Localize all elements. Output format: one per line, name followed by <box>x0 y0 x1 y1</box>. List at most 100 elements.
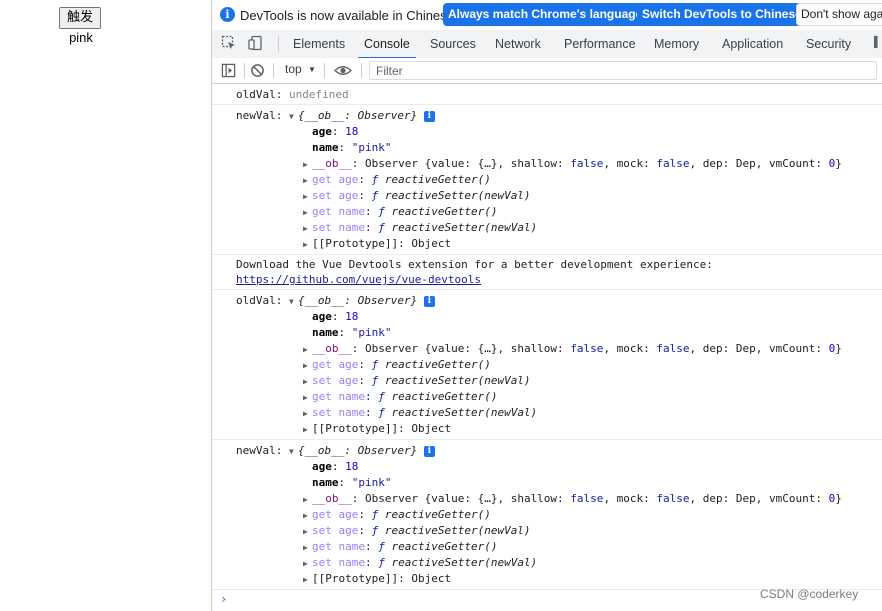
toolbar-divider <box>361 63 362 78</box>
switch-to-chinese-button[interactable]: Switch DevTools to Chinese <box>637 3 807 26</box>
toolbar-divider <box>244 63 245 78</box>
console-output: oldVal: undefined newVal: ▼ {__ob__: Obse… <box>212 84 882 611</box>
expand-triangle-icon[interactable]: ▶ <box>303 540 312 556</box>
expand-triangle-icon[interactable]: ▶ <box>303 342 312 358</box>
prop-row[interactable]: ▶ get name: ƒ reactiveGetter() <box>303 389 497 405</box>
tab-security[interactable]: Security <box>806 30 851 58</box>
expand-triangle-icon[interactable]: ▼ <box>289 109 298 125</box>
prop-row: name: "pink" <box>312 326 392 339</box>
console-message: oldVal: undefined <box>212 84 882 105</box>
dont-show-again-button[interactable]: Don't show again <box>796 3 882 26</box>
expand-triangle-icon[interactable]: ▶ <box>303 221 312 237</box>
prop-row[interactable]: ▶ [[Prototype]]: Object <box>303 421 451 437</box>
expand-triangle-icon[interactable]: ▶ <box>303 205 312 221</box>
eye-icon[interactable] <box>334 63 352 78</box>
prop-row[interactable]: ▶ set age: ƒ reactiveSetter(newVal) <box>303 188 531 204</box>
watermark: CSDN @coderkey <box>760 587 859 601</box>
language-infobar: i DevTools is now available in Chinese! … <box>212 0 882 31</box>
expand-triangle-icon[interactable]: ▼ <box>289 444 298 460</box>
object-header[interactable]: oldVal: ▼ {__ob__: Observer} i <box>236 293 435 309</box>
filter-input[interactable] <box>369 61 877 80</box>
expand-triangle-icon[interactable]: ▼ <box>289 294 298 310</box>
prop-row[interactable]: ▶ set age: ƒ reactiveSetter(newVal) <box>303 523 531 539</box>
toolbar-divider <box>324 63 325 78</box>
prop-row[interactable]: ▶ __ob__: Observer {value: {…}, shallow: … <box>303 156 842 172</box>
context-selector[interactable]: top <box>285 62 302 76</box>
expand-triangle-icon[interactable]: ▶ <box>303 508 312 524</box>
console-message: newVal: ▼ {__ob__: Observer} i age: 18 na… <box>212 440 882 590</box>
expand-triangle-icon[interactable]: ▶ <box>303 374 312 390</box>
log-label: oldVal: <box>236 88 283 101</box>
more-tabs-icon[interactable]: ▌ <box>874 37 882 51</box>
devtools-tabbar: Elements Console Sources Network Perform… <box>212 30 882 59</box>
tab-elements[interactable]: Elements <box>293 30 345 58</box>
toggle-sidebar-icon[interactable] <box>221 63 236 78</box>
object-header[interactable]: newVal: ▼ {__ob__: Observer} i <box>236 443 435 459</box>
prop-row: age: 18 <box>312 125 359 138</box>
prop-row[interactable]: ▶ [[Prototype]]: Object <box>303 571 451 587</box>
expand-triangle-icon[interactable]: ▶ <box>303 157 312 173</box>
page-viewport: 触发 pink <box>0 0 211 611</box>
name-text: pink <box>69 30 93 45</box>
prop-row[interactable]: ▶ set name: ƒ reactiveSetter(newVal) <box>303 405 537 421</box>
infobar-message: DevTools is now available in Chinese! <box>240 8 458 23</box>
expand-triangle-icon[interactable]: ▶ <box>303 390 312 406</box>
info-icon: i <box>220 7 235 22</box>
console-message: Download the Vue Devtools extension for … <box>212 255 882 290</box>
expand-triangle-icon[interactable]: ▶ <box>303 358 312 374</box>
info-badge-icon: i <box>423 446 435 457</box>
console-toolbar: top ▼ <box>212 58 882 84</box>
devtools-panel: i DevTools is now available in Chinese! … <box>211 0 882 611</box>
prop-row[interactable]: ▶ get name: ƒ reactiveGetter() <box>303 539 497 555</box>
console-message: oldVal: ▼ {__ob__: Observer} i age: 18 na… <box>212 290 882 440</box>
inspect-element-icon[interactable] <box>221 35 237 51</box>
prop-row[interactable]: ▶ __ob__: Observer {value: {…}, shallow: … <box>303 341 842 357</box>
info-badge-icon: i <box>423 296 435 307</box>
tab-application[interactable]: Application <box>722 30 783 58</box>
log-label: newVal: <box>236 444 283 457</box>
object-summary: {__ob__: Observer} <box>297 109 418 122</box>
info-badge-icon: i <box>423 111 435 122</box>
expand-triangle-icon[interactable]: ▶ <box>303 524 312 540</box>
prop-row: age: 18 <box>312 310 359 323</box>
object-header[interactable]: newVal: ▼ {__ob__: Observer} i <box>236 108 435 124</box>
log-label: oldVal: <box>236 294 283 307</box>
expand-triangle-icon[interactable]: ▶ <box>303 237 312 253</box>
prop-row[interactable]: ▶ set name: ƒ reactiveSetter(newVal) <box>303 555 537 571</box>
always-match-language-button[interactable]: Always match Chrome's language <box>443 3 648 26</box>
log-label: newVal: <box>236 109 283 122</box>
object-summary: {__ob__: Observer} <box>297 444 418 457</box>
expand-triangle-icon[interactable]: ▶ <box>303 406 312 422</box>
prop-row[interactable]: ▶ set name: ƒ reactiveSetter(newVal) <box>303 220 537 236</box>
prop-row[interactable]: ▶ __ob__: Observer {value: {…}, shallow: … <box>303 491 842 507</box>
trigger-button[interactable]: 触发 <box>59 7 101 29</box>
expand-triangle-icon[interactable]: ▶ <box>303 173 312 189</box>
download-message: Download the Vue Devtools extension for … <box>236 258 713 271</box>
console-message: newVal: ▼ {__ob__: Observer} i age: 18 na… <box>212 105 882 255</box>
tab-memory[interactable]: Memory <box>654 30 699 58</box>
prop-row[interactable]: ▶ get age: ƒ reactiveGetter() <box>303 172 491 188</box>
tab-console[interactable]: Console <box>358 30 416 59</box>
prop-row: age: 18 <box>312 460 359 473</box>
clear-console-icon[interactable] <box>250 63 265 78</box>
prop-row[interactable]: ▶ get name: ƒ reactiveGetter() <box>303 204 497 220</box>
device-toolbar-icon[interactable] <box>248 35 264 51</box>
object-summary: {__ob__: Observer} <box>297 294 418 307</box>
expand-triangle-icon[interactable]: ▶ <box>303 492 312 508</box>
tab-performance[interactable]: Performance <box>564 30 636 58</box>
toolbar-divider <box>273 63 274 78</box>
console-prompt-icon[interactable]: › <box>220 592 227 606</box>
prop-row[interactable]: ▶ [[Prototype]]: Object <box>303 236 451 252</box>
prop-row[interactable]: ▶ set age: ƒ reactiveSetter(newVal) <box>303 373 531 389</box>
expand-triangle-icon[interactable]: ▶ <box>303 189 312 205</box>
tab-sources[interactable]: Sources <box>430 30 476 58</box>
expand-triangle-icon[interactable]: ▶ <box>303 556 312 572</box>
prop-row[interactable]: ▶ get age: ƒ reactiveGetter() <box>303 507 491 523</box>
chevron-down-icon[interactable]: ▼ <box>308 65 316 74</box>
expand-triangle-icon[interactable]: ▶ <box>303 572 312 588</box>
expand-triangle-icon[interactable]: ▶ <box>303 422 312 438</box>
tabbar-divider <box>278 36 279 52</box>
vue-devtools-link[interactable]: https://github.com/vuejs/vue-devtools <box>236 273 481 286</box>
prop-row[interactable]: ▶ get age: ƒ reactiveGetter() <box>303 357 491 373</box>
tab-network[interactable]: Network <box>495 30 541 58</box>
